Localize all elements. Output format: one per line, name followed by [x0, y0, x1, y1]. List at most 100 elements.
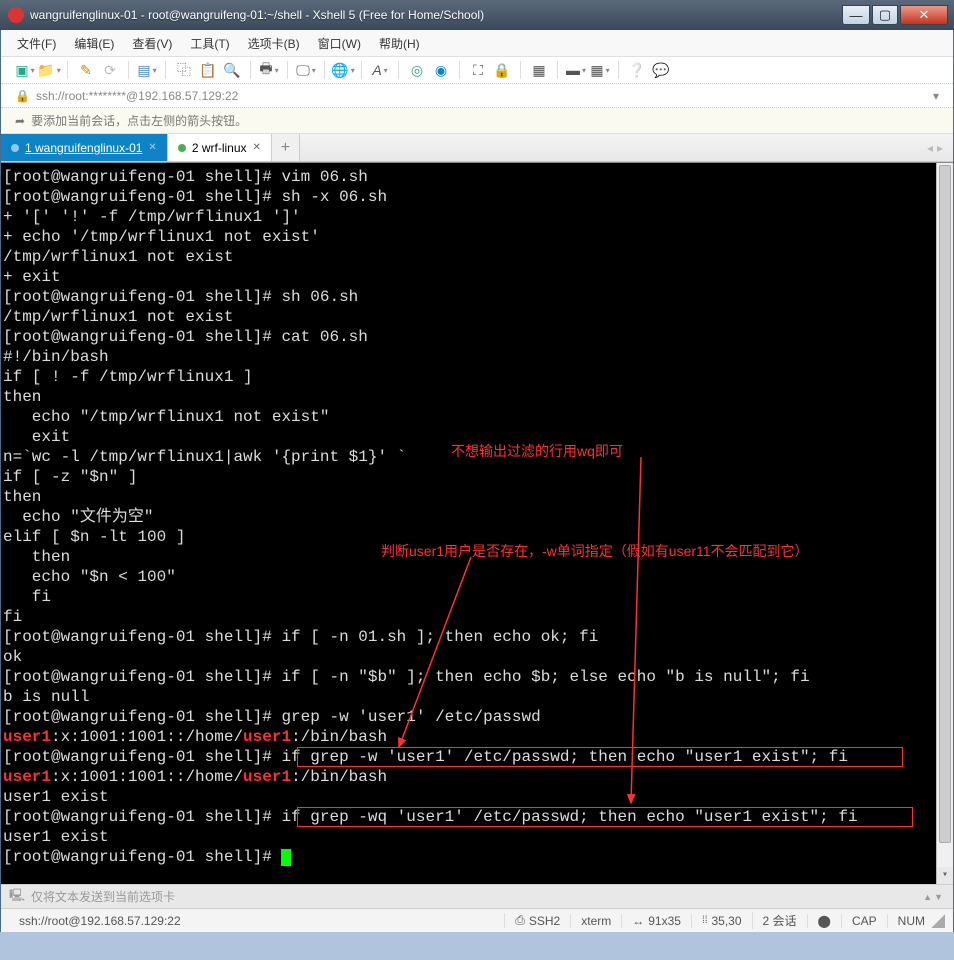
terminal-line: + echo '/tmp/wrflinux1 not exist': [3, 227, 951, 247]
terminal-line: [root@wangruifeng-01 shell]# vim 06.sh: [3, 167, 951, 187]
grid-icon[interactable]: ▦: [590, 60, 610, 80]
highlight-box: [297, 807, 913, 827]
scroll-down-icon[interactable]: ▾: [937, 867, 953, 884]
send-bar[interactable]: 🖳 仅将文本发送到当前选项卡 ▲ ▼: [1, 884, 953, 908]
terminal-line: user1 exist: [3, 787, 951, 807]
terminal-line: echo "$n < 100": [3, 567, 951, 587]
terminal-line: /tmp/wrflinux1 not exist: [3, 247, 951, 267]
menu-view[interactable]: 查看(V): [132, 35, 172, 52]
tab-active[interactable]: 1 wangruifenglinux-01 ✕: [1, 134, 168, 161]
lock-icon[interactable]: 🔒: [492, 60, 512, 80]
copy-icon[interactable]: ⿻: [174, 60, 194, 80]
send-controls: ▲ ▼: [923, 892, 943, 902]
terminal-line: [root@wangruifeng-01 shell]# sh 06.sh: [3, 287, 951, 307]
status-term: xterm: [570, 914, 621, 928]
terminal-line: [root@wangruifeng-01 shell]# if [ -n "$b…: [3, 667, 951, 687]
terminal-line: #!/bin/bash: [3, 347, 951, 367]
menu-tabs[interactable]: 选项卡(B): [248, 35, 300, 52]
add-session-icon[interactable]: ➦: [15, 114, 25, 128]
status-size: ↔91x35: [621, 914, 691, 928]
tab-nav: ◂ ▸: [927, 134, 953, 161]
terminal-line: if [ ! -f /tmp/wrflinux1 ]: [3, 367, 951, 387]
globe-icon[interactable]: 🌐: [333, 60, 353, 80]
status-connection: ssh://root@192.168.57.129:22: [9, 914, 504, 928]
toolbar: ▣ 📁 ✎ ⟳ ▤ ⿻ 📋 🔍 🖶 🖵 🌐 A ◎ ◉ ⛶ 🔒 ▦ ▬ ▦ ❔ …: [1, 56, 953, 84]
terminal-line: + exit: [3, 267, 951, 287]
terminal-line: [root@wangruifeng-01 shell]# grep -w 'us…: [3, 707, 951, 727]
font-icon[interactable]: A: [370, 60, 390, 80]
status-bar: ssh://root@192.168.57.129:22 ⎙SSH2 xterm…: [1, 908, 953, 932]
maximize-button[interactable]: ▢: [872, 5, 898, 25]
reconnect-icon[interactable]: ⟳: [100, 60, 120, 80]
menu-file[interactable]: 文件(F): [17, 35, 56, 52]
terminal-line: user1 exist: [3, 827, 951, 847]
tab-prev-icon[interactable]: ◂: [927, 141, 933, 155]
terminal-line: then: [3, 487, 951, 507]
status-num: NUM: [887, 914, 927, 928]
terminal-line: ok: [3, 647, 951, 667]
terminal-line: user1:x:1001:1001::/home/user1:/bin/bash: [3, 767, 951, 787]
tab-bar: 1 wangruifenglinux-01 ✕ 2 wrf-linux ✕ + …: [1, 134, 953, 162]
scrollbar-thumb[interactable]: [939, 165, 951, 843]
tab-inactive[interactable]: 2 wrf-linux ✕: [168, 134, 272, 161]
open-folder-icon[interactable]: 📁: [39, 60, 59, 80]
window-controls: — ▢ ✕: [842, 5, 950, 25]
scrollbar[interactable]: ▾: [936, 163, 953, 884]
status-cap: CAP: [841, 914, 887, 928]
help-icon[interactable]: ❔: [627, 60, 647, 80]
menu-tools[interactable]: 工具(T): [190, 35, 229, 52]
print-icon[interactable]: 🖶: [259, 60, 279, 80]
terminal-line: then: [3, 387, 951, 407]
window-title: wangruifenglinux-01 - root@wangruifeng-0…: [30, 8, 842, 22]
tab-add-button[interactable]: +: [272, 134, 300, 161]
calc-icon[interactable]: ▦: [529, 60, 549, 80]
transfer-icon[interactable]: ◉: [431, 60, 451, 80]
address-bar[interactable]: 🔒 ssh://root:********@192.168.57.129:22 …: [1, 84, 953, 108]
tab-close-icon[interactable]: ✕: [148, 142, 156, 153]
terminal-line: [root@wangruifeng-01 shell]#: [3, 847, 951, 867]
resize-grip-icon[interactable]: [931, 914, 945, 928]
fullscreen-icon[interactable]: ⛶: [468, 60, 488, 80]
window-titlebar: wangruifenglinux-01 - root@wangruifeng-0…: [0, 0, 954, 30]
menu-window[interactable]: 窗口(W): [318, 35, 361, 52]
msg-icon[interactable]: 💬: [651, 60, 671, 80]
menu-bar: 文件(F) 编辑(E) 查看(V) 工具(T) 选项卡(B) 窗口(W) 帮助(…: [1, 30, 953, 56]
status-protocol: ⎙SSH2: [504, 913, 570, 928]
terminal-line: fi: [3, 607, 951, 627]
status-dot-icon: [178, 144, 186, 152]
send-icon[interactable]: 🖳: [9, 886, 25, 907]
profile-icon[interactable]: ▤: [137, 60, 157, 80]
terminal-line: [root@wangruifeng-01 shell]# cat 06.sh: [3, 327, 951, 347]
minimize-button[interactable]: —: [842, 5, 870, 25]
info-text: 要添加当前会话，点击左侧的箭头按钮。: [31, 112, 247, 129]
status-dot-icon: [11, 144, 19, 152]
terminal-line: user1:x:1001:1001::/home/user1:/bin/bash: [3, 727, 951, 747]
menu-edit[interactable]: 编辑(E): [74, 35, 114, 52]
screen-icon[interactable]: 🖵: [296, 60, 316, 80]
paste-icon[interactable]: 📋: [198, 60, 218, 80]
status-sessions: 2 会话: [752, 912, 807, 929]
terminal-line: [root@wangruifeng-01 shell]# if [ -n 01.…: [3, 627, 951, 647]
search-icon[interactable]: 🔍: [222, 60, 242, 80]
up-icon[interactable]: ▲: [923, 892, 932, 902]
ftp-icon[interactable]: ◎: [407, 60, 427, 80]
tab-next-icon[interactable]: ▸: [937, 141, 943, 155]
layout-icon[interactable]: ▬: [566, 60, 586, 80]
send-text: 仅将文本发送到当前选项卡: [31, 888, 175, 905]
new-session-icon[interactable]: ▣: [15, 60, 35, 80]
annotation-user1: 判断user1用户是否存在，-w单词指定（假如有user11不会匹配到它）: [381, 541, 809, 561]
menu-help[interactable]: 帮助(H): [379, 35, 420, 52]
terminal-line: echo "/tmp/wrflinux1 not exist": [3, 407, 951, 427]
down-icon[interactable]: ▼: [934, 892, 943, 902]
terminal-line: b is null: [3, 687, 951, 707]
address-dropdown-icon[interactable]: ▾: [933, 89, 939, 103]
wand-icon[interactable]: ✎: [76, 60, 96, 80]
highlight-box: [297, 747, 903, 767]
tab-close-icon[interactable]: ✕: [253, 142, 261, 153]
terminal-line: /tmp/wrflinux1 not exist: [3, 307, 951, 327]
terminal[interactable]: [root@wangruifeng-01 shell]# vim 06.sh [r…: [1, 162, 953, 884]
app-icon: [8, 7, 24, 23]
info-bar: ➦ 要添加当前会话，点击左侧的箭头按钮。: [1, 108, 953, 134]
status-rec: ⬤: [807, 914, 841, 928]
close-button[interactable]: ✕: [900, 5, 948, 25]
